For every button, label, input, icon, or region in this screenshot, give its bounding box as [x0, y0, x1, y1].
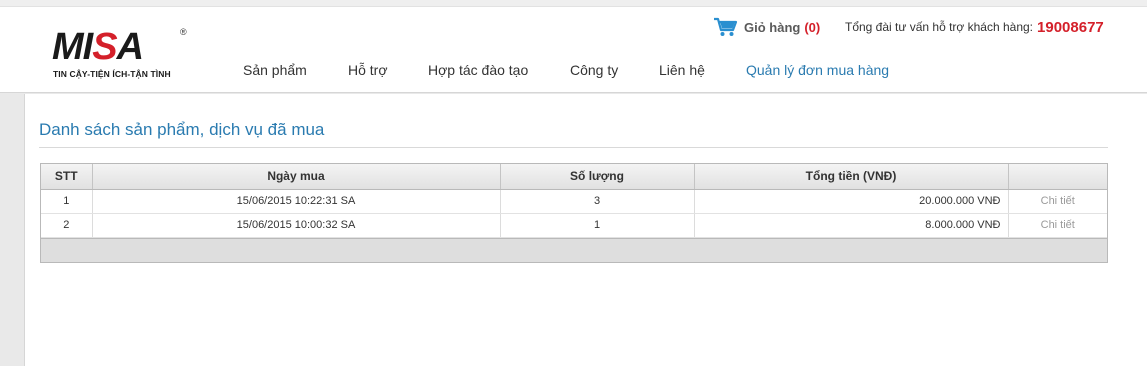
cell-quantity: 1	[500, 213, 695, 238]
cart-count: (0)	[804, 19, 821, 35]
logo-wordmark: MISA	[52, 26, 144, 68]
table-row[interactable]: 2 15/06/2015 10:00:32 SA 1 8.000.000 VNĐ…	[41, 213, 1107, 238]
nav-item-cong-ty[interactable]: Công ty	[570, 62, 618, 78]
cell-total: 20.000.000 VNĐ	[694, 189, 1009, 214]
cart-link[interactable]: Giỏ hàng (0)	[713, 17, 820, 37]
cell-quantity: 3	[500, 189, 695, 214]
cart-label: Giỏ hàng	[744, 19, 801, 35]
left-gutter	[0, 94, 24, 366]
cell-stt: 1	[41, 189, 93, 214]
hotline: Tổng đài tư vấn hỗ trợ khách hàng: 19008…	[845, 17, 1104, 37]
detail-link[interactable]: Chi tiết	[1008, 189, 1107, 214]
column-header-so-luong[interactable]: Số lượng	[500, 164, 695, 190]
hotline-label: Tổng đài tư vấn hỗ trợ khách hàng:	[845, 20, 1034, 34]
site-header: MISA ® TIN CẬY-TIỆN ÍCH-TẬN TÌNH Giỏ hàn…	[0, 7, 1147, 93]
detail-link[interactable]: Chi tiết	[1008, 213, 1107, 238]
table-footer	[41, 237, 1107, 262]
nav-item-hop-tac-dao-tao[interactable]: Hợp tác đào tạo	[428, 62, 528, 78]
page-title: Danh sách sản phẩm, dịch vụ đã mua	[39, 120, 325, 139]
column-header-stt[interactable]: STT	[41, 164, 93, 190]
main-content: Danh sách sản phẩm, dịch vụ đã mua STT N…	[24, 94, 1147, 366]
nav-item-ho-tro[interactable]: Hỗ trợ	[348, 62, 388, 78]
nav-item-lien-he[interactable]: Liên hệ	[659, 62, 705, 78]
nav-item-san-pham[interactable]: Sản phẩm	[243, 62, 307, 78]
cell-date: 15/06/2015 10:22:31 SA	[92, 189, 501, 214]
orders-table: STT Ngày mua Số lượng Tổng tiền (VNĐ) 1 …	[40, 163, 1108, 263]
title-divider	[39, 147, 1108, 148]
column-header-action	[1008, 164, 1107, 190]
misa-logo[interactable]: MISA ® TIN CẬY-TIỆN ÍCH-TẬN TÌNH	[52, 27, 192, 81]
logo-tagline: TIN CẬY-TIỆN ÍCH-TẬN TÌNH	[53, 69, 171, 79]
registered-mark: ®	[180, 27, 187, 37]
cell-stt: 2	[41, 213, 93, 238]
nav-item-quan-ly-don-mua-hang[interactable]: Quản lý đơn mua hàng	[746, 62, 889, 78]
column-header-ngay-mua[interactable]: Ngày mua	[92, 164, 501, 190]
column-header-tong-tien[interactable]: Tổng tiền (VNĐ)	[694, 164, 1009, 190]
table-header-row: STT Ngày mua Số lượng Tổng tiền (VNĐ)	[41, 164, 1107, 190]
cell-date: 15/06/2015 10:00:32 SA	[92, 213, 501, 238]
cell-total: 8.000.000 VNĐ	[694, 213, 1009, 238]
shopping-cart-icon	[714, 17, 738, 36]
top-strip	[0, 0, 1147, 7]
table-row[interactable]: 1 15/06/2015 10:22:31 SA 3 20.000.000 VN…	[41, 189, 1107, 214]
hotline-number[interactable]: 19008677	[1037, 19, 1104, 36]
